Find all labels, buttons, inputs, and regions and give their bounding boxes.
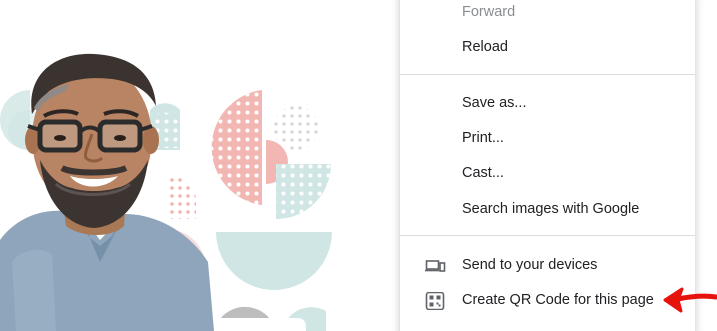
menu-separator <box>400 74 695 75</box>
menu-item-label: Search images with Google <box>462 201 640 217</box>
hero-illustration <box>0 53 332 331</box>
menu-item-label: Print... <box>462 130 504 146</box>
menu-item-label: Create QR Code for this page <box>462 292 654 308</box>
menu-item-cast[interactable]: Cast... <box>400 158 695 188</box>
menu-item-label: Send to your devices <box>462 257 598 273</box>
menu-item-save-as[interactable]: Save as... <box>400 88 695 118</box>
qr-code-icon <box>424 291 446 311</box>
menu-item-search-images[interactable]: Search images with Google <box>400 194 695 224</box>
menu-item-label: Save as... <box>462 95 527 111</box>
menu-item-label: Reload <box>462 39 508 55</box>
red-arrow-icon <box>662 286 717 314</box>
menu-item-forward[interactable]: Forward <box>400 0 695 27</box>
menu-item-label: Cast... <box>462 165 504 181</box>
menu-item-label: Forward <box>462 4 516 20</box>
menu-separator <box>400 235 695 236</box>
menu-item-send-to-devices[interactable]: Send to your devices <box>400 250 695 280</box>
context-menu: Forward Reload Save as... Print... Cast.… <box>399 0 696 331</box>
menu-item-reload[interactable]: Reload <box>400 32 695 62</box>
menu-item-create-qr-code[interactable]: Create QR Code for this page <box>400 285 695 315</box>
hero-image-area <box>0 0 400 331</box>
devices-icon <box>424 256 446 274</box>
browser-page: Forward Reload Save as... Print... Cast.… <box>0 0 717 331</box>
menu-item-print[interactable]: Print... <box>400 123 695 153</box>
